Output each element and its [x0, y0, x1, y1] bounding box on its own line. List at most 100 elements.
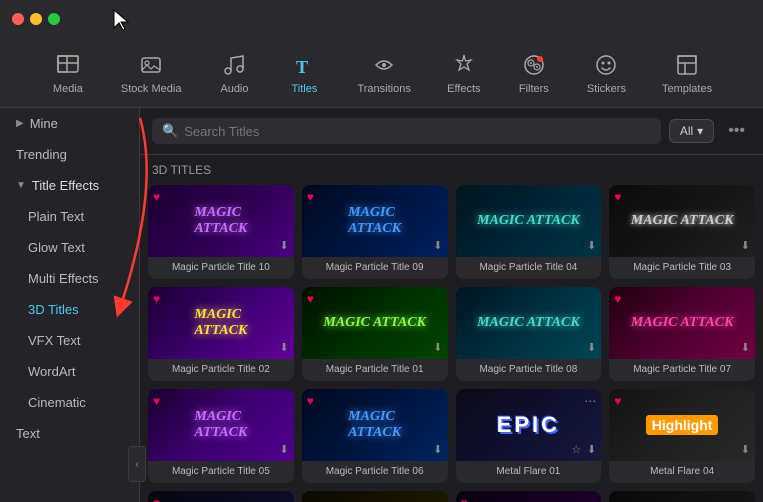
filter-chevron-icon: ▾	[697, 124, 703, 138]
sidebar-item-mine[interactable]: ▶ Mine	[0, 108, 139, 139]
search-input[interactable]	[184, 124, 651, 139]
sidebar-item-multi-effects[interactable]: Multi Effects	[0, 263, 139, 294]
grid-item-mpt08[interactable]: MAGIC ATTACK ⬇ Magic Particle Title 08	[456, 287, 602, 381]
grid-item-mpt02[interactable]: ♥ MAGICATTACK ⬇ Magic Particle Title 02	[148, 287, 294, 381]
download-icon[interactable]: ⬇	[280, 239, 289, 252]
grid-item-pixelflare[interactable]: ♥ PixelFlare ⬇ Pixel Flare	[456, 491, 602, 502]
search-bar: 🔍 All ▾ •••	[140, 108, 763, 155]
heart-icon: ♥	[153, 292, 160, 306]
sidebar-item-trending[interactable]: Trending	[0, 139, 139, 170]
grid-label-mf04: Metal Flare 04	[609, 461, 755, 483]
thumb-text: MAGIC ATTACK	[323, 315, 426, 331]
download-icon[interactable]: ⬇	[587, 443, 596, 456]
thumb-text: MAGICATTACK	[348, 205, 401, 237]
audio-label: Audio	[220, 83, 248, 95]
sidebar-item-3d-titles[interactable]: 3D Titles	[0, 294, 139, 325]
toolbar-item-transitions[interactable]: Transitions	[339, 43, 428, 103]
download-icon[interactable]: ⬇	[433, 341, 442, 354]
grid-item-mpt05[interactable]: ♥ MAGICATTACK ⬇ Magic Particle Title 05	[148, 389, 294, 483]
stickers-label: Stickers	[587, 83, 626, 95]
heart-icon: ♥	[307, 190, 314, 204]
content-area: 🔍 All ▾ ••• 3D TITLES ♥ MAGICATTACK	[140, 108, 763, 502]
heart-icon: ♥	[307, 292, 314, 306]
grid-label-mpt07: Magic Particle Title 07	[609, 359, 755, 381]
grid-thumb-mpt06: ♥ MAGICATTACK ⬇	[302, 389, 448, 461]
more-options-button[interactable]: •••	[722, 118, 751, 144]
toolbar-item-filters[interactable]: Filters	[499, 43, 569, 103]
grid-item-mpt06[interactable]: ♥ MAGICATTACK ⬇ Magic Particle Title 06	[302, 389, 448, 483]
grid-item-mf01[interactable]: ⋯ EPIC ☆ ⬇ Metal Flare 01	[456, 389, 602, 483]
transitions-icon	[370, 51, 398, 79]
thumb-text: MAGIC ATTACK	[631, 213, 734, 229]
heart-icon: ♥	[614, 190, 621, 204]
sidebar-item-text[interactable]: Text	[0, 418, 139, 449]
toolbar-item-stock-media[interactable]: Stock Media	[103, 43, 200, 103]
grid-thumb-mpt02: ♥ MAGICATTACK ⬇	[148, 287, 294, 359]
fullscreen-button[interactable]	[48, 13, 60, 25]
grid-label-mpt10: Magic Particle Title 10	[148, 257, 294, 279]
sidebar-collapse-button[interactable]: ‹	[128, 446, 146, 482]
grid-item-game[interactable]: GAME ⬇ Game	[609, 491, 755, 502]
toolbar-item-titles[interactable]: T Titles	[269, 43, 339, 103]
download-icon[interactable]: ⬇	[280, 341, 289, 354]
sidebar-item-vfx-text[interactable]: VFX Text	[0, 325, 139, 356]
mine-arrow-icon: ▶	[16, 118, 24, 129]
multi-effects-label: Multi Effects	[28, 271, 99, 286]
grid-item-mpt10[interactable]: ♥ MAGICATTACK ⬇ Magic Particle Title 10	[148, 185, 294, 279]
media-icon	[54, 51, 82, 79]
toolbar-item-stickers[interactable]: Stickers	[569, 43, 644, 103]
toolbar-item-effects[interactable]: Effects	[429, 43, 499, 103]
download-icon[interactable]: ⬇	[280, 443, 289, 456]
grid-label-mpt02: Magic Particle Title 02	[148, 359, 294, 381]
grid-item-mpt07[interactable]: ♥ MAGIC ATTACK ⬇ Magic Particle Title 07	[609, 287, 755, 381]
download-icon[interactable]: ⬇	[433, 239, 442, 252]
grid-item-goldenflare[interactable]: Golden Flare ⬇ Golden Flare	[302, 491, 448, 502]
toolbar-item-audio[interactable]: Audio	[199, 43, 269, 103]
download-icon[interactable]: ⬇	[741, 443, 750, 456]
minimize-button[interactable]	[30, 13, 42, 25]
download-icon[interactable]: ⬇	[587, 341, 596, 354]
stock-media-label: Stock Media	[121, 83, 182, 95]
grid-item-mf04[interactable]: ♥ Highlight ⬇ Metal Flare 04	[609, 389, 755, 483]
search-input-wrap[interactable]: 🔍	[152, 118, 661, 144]
title-bar	[0, 0, 763, 38]
download-icon[interactable]: ⬇	[587, 239, 596, 252]
grid-thumb-mpt05: ♥ MAGICATTACK ⬇	[148, 389, 294, 461]
titles-icon: T	[290, 51, 318, 79]
download-icon[interactable]: ⬇	[741, 341, 750, 354]
thumb-text: Highlight	[646, 415, 719, 435]
grid-item-mpt03[interactable]: ♥ MAGIC ATTACK ⬇ Magic Particle Title 03	[609, 185, 755, 279]
templates-icon	[673, 51, 701, 79]
grid-item-mpt04[interactable]: MAGIC ATTACK ⬇ Magic Particle Title 04	[456, 185, 602, 279]
filters-label: Filters	[519, 83, 549, 95]
close-button[interactable]	[12, 13, 24, 25]
media-label: Media	[53, 83, 83, 95]
grid-item-mpt01[interactable]: ♥ MAGIC ATTACK ⬇ Magic Particle Title 01	[302, 287, 448, 381]
sidebar-item-glow-text[interactable]: Glow Text	[0, 232, 139, 263]
sidebar-item-cinematic[interactable]: Cinematic	[0, 387, 139, 418]
grid-label-mpt06: Magic Particle Title 06	[302, 461, 448, 483]
titles-label: Titles	[292, 83, 318, 95]
sidebar-item-wordart[interactable]: WordArt	[0, 356, 139, 387]
more-icon[interactable]: ⋯	[584, 394, 596, 408]
grid-thumb-mf04: ♥ Highlight ⬇	[609, 389, 755, 461]
toolbar-item-templates[interactable]: Templates	[644, 43, 730, 103]
grid-item-stardust[interactable]: ♥ Star Dust ⬇ Star Dust	[148, 491, 294, 502]
heart-icon: ♥	[153, 496, 160, 502]
filter-button[interactable]: All ▾	[669, 119, 714, 143]
section-label: 3D TITLES	[140, 155, 763, 181]
download-icon[interactable]: ⬇	[741, 239, 750, 252]
vfx-text-label: VFX Text	[28, 333, 81, 348]
heart-icon: ♥	[307, 394, 314, 408]
toolbar-item-media[interactable]: Media	[33, 43, 103, 103]
effects-label: Effects	[447, 83, 480, 95]
heart-icon: ♥	[614, 394, 621, 408]
star-icon[interactable]: ☆	[571, 443, 581, 456]
grid-label-mpt08: Magic Particle Title 08	[456, 359, 602, 381]
sidebar-item-title-effects[interactable]: ▼ Title Effects	[0, 170, 139, 201]
grid-item-mpt09[interactable]: ♥ MAGICATTACK ⬇ Magic Particle Title 09	[302, 185, 448, 279]
grid: ♥ MAGICATTACK ⬇ Magic Particle Title 10 …	[148, 185, 755, 502]
sidebar-item-plain-text[interactable]: Plain Text	[0, 201, 139, 232]
grid-thumb-pixelflare: ♥ PixelFlare ⬇	[456, 491, 602, 502]
download-icon[interactable]: ⬇	[433, 443, 442, 456]
